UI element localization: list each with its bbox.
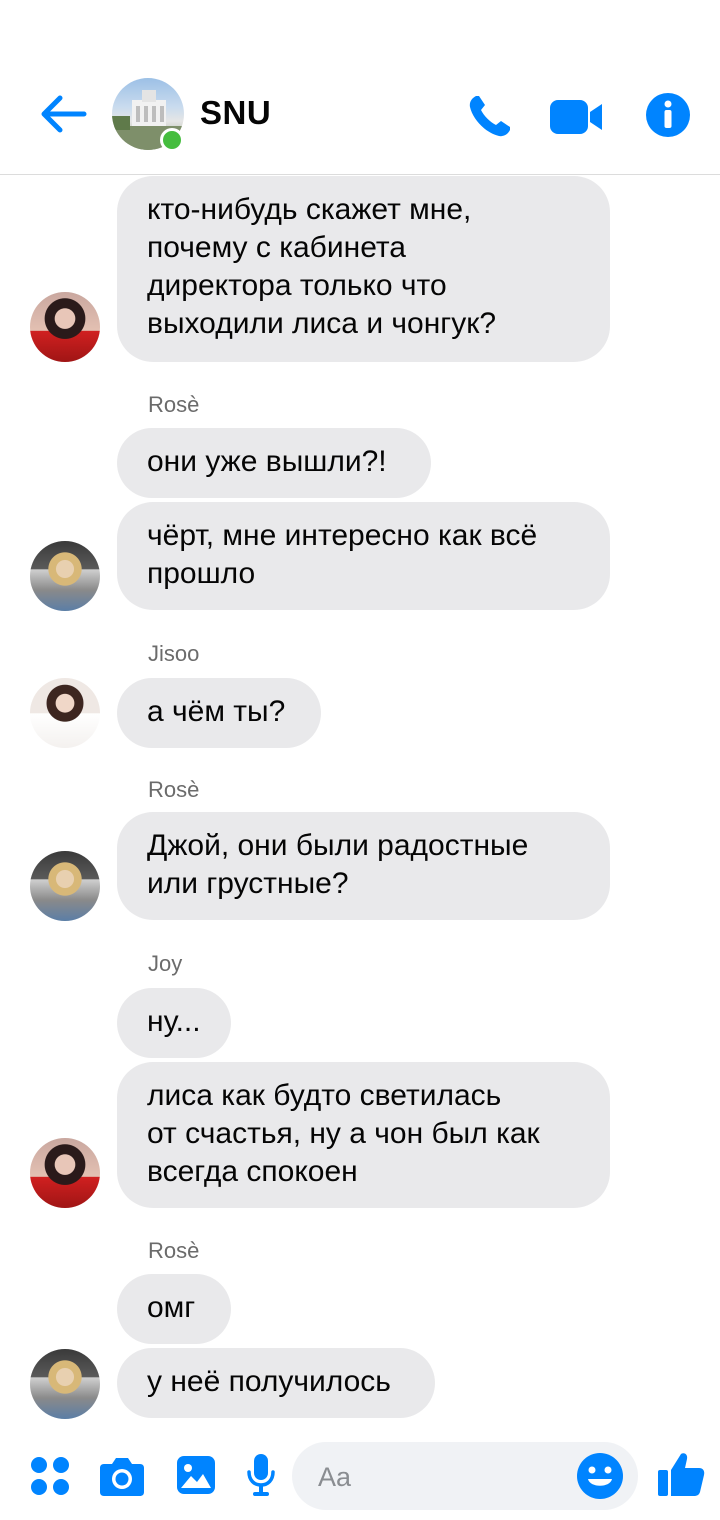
sender-avatar[interactable] xyxy=(30,678,100,748)
message-bubble[interactable]: чёрт, мне интересно как всё прошло xyxy=(117,502,610,610)
message-bubble[interactable]: Джой, они были радостные или грустные? xyxy=(117,812,610,920)
sender-avatar[interactable] xyxy=(30,541,100,611)
info-icon[interactable] xyxy=(645,92,691,138)
sender-avatar[interactable] xyxy=(30,851,100,921)
gallery-icon[interactable] xyxy=(175,1454,217,1496)
apps-grid-icon[interactable] xyxy=(30,1456,70,1496)
sender-name: Rosè xyxy=(148,777,200,802)
sender-name: Joy xyxy=(148,951,183,976)
emoji-icon[interactable] xyxy=(576,1452,624,1500)
message-input-placeholder[interactable]: Aa xyxy=(318,1462,351,1493)
back-arrow-icon[interactable] xyxy=(38,92,88,136)
thumbs-up-icon[interactable] xyxy=(656,1450,706,1500)
microphone-icon[interactable] xyxy=(246,1452,276,1498)
sender-avatar[interactable] xyxy=(30,1138,100,1208)
chat-title[interactable]: SNU xyxy=(200,94,271,132)
sender-avatar[interactable] xyxy=(30,292,100,362)
sender-name: Rosè xyxy=(148,392,200,417)
message-bubble[interactable]: у неё получилось xyxy=(117,1348,435,1418)
sender-avatar[interactable] xyxy=(30,1349,100,1419)
message-bubble[interactable]: лиса как будто светилась от счастья, ну … xyxy=(117,1062,610,1208)
message-bubble[interactable]: они уже вышли?! xyxy=(117,428,431,498)
message-bubble[interactable]: а чём ты? xyxy=(117,678,321,748)
video-camera-icon[interactable] xyxy=(548,96,604,138)
message-bubble[interactable]: омг xyxy=(117,1274,231,1344)
chat-header xyxy=(0,0,720,175)
sender-name: Rosè xyxy=(148,1238,200,1263)
phone-icon[interactable] xyxy=(466,92,514,140)
message-bubble[interactable]: ну... xyxy=(117,988,231,1058)
sender-name: Jisoo xyxy=(148,641,200,666)
message-bubble[interactable]: кто-нибудь скажет мне, почему с кабинета… xyxy=(117,176,610,362)
online-status-dot xyxy=(160,128,184,152)
camera-icon[interactable] xyxy=(98,1454,146,1498)
